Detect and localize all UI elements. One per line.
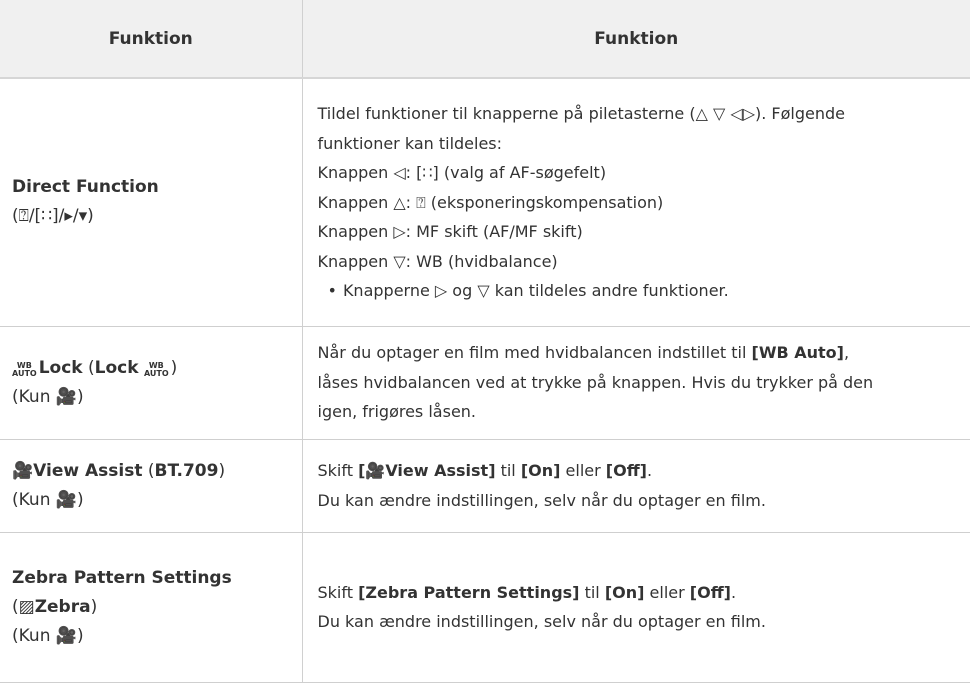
desc-line-1: Når du optager en film med hvidbalancen … [317,343,850,363]
table-header-row: Funktion Funktion [0,0,970,79]
row-name-cell: Direct Function (⍰/[∷]/▸/▾) [0,78,303,327]
row-name-direct-function: Direct Function [12,177,159,198]
row-name-lock: Lock [38,357,83,378]
table-row: Direct Function (⍰/[∷]/▸/▾) Tildel funkt… [0,78,970,327]
desc-line-1: Skift [Zebra Pattern Settings] til [On] … [317,582,737,602]
row-name-cell: Zebra Pattern Settings (▨Zebra) (Kun 🎥) [0,532,303,683]
function-table: Funktion Funktion Direct Function (⍰/[∷]… [0,0,970,683]
row-name-zebra-alt: ▨Zebra [18,596,91,617]
desc-intro-2: funktioner kan tildeles: [317,133,503,153]
row-desc-cell: Når du optager en film med hvidbalancen … [302,326,970,440]
row-subname: (Kun 🎥) [12,386,84,407]
row-subname: (Kun 🎥) [12,489,84,510]
desc-bullet: Knapperne ▷ og ▽ kan tildeles andre funk… [328,276,961,306]
desc-intro-1: Tildel funktioner til knapperne på pilet… [317,104,845,123]
wb-auto-icon: WB AUTO [143,360,169,378]
header-function-col1: Funktion [0,0,303,79]
row-subname: (⍰/[∷]/▸/▾) [12,206,94,227]
table-row: WB AUTO Lock (Lock WB AUTO) (Kun 🎥) Når du … [0,326,970,440]
row-name-zebra: Zebra Pattern Settings [12,567,232,588]
row-name-cell: 🎥View Assist (BT.709) (Kun 🎥) [0,439,303,533]
desc-line-right: Knappen ▷: MF skift (AF/MF skift) [317,222,583,241]
desc-line-2: Du kan ændre indstillingen, selv når du … [317,612,766,631]
desc-line-up: Knappen △: ⍰ (eksponeringskompensation) [317,192,664,212]
row-name-lock-alt: Lock [94,357,139,378]
desc-bullet-list: Knapperne ▷ og ▽ kan tildeles andre funk… [318,276,961,306]
desc-line-2: låses hvidbalancen ved at trykke på knap… [317,372,874,392]
desc-line-2: Du kan ændre indstillingen, selv når du … [317,490,766,510]
row-desc-cell: Tildel funktioner til knapperne på pilet… [302,78,970,327]
row-desc-cell: Skift [🎥View Assist] til [On] eller [Off… [302,439,970,533]
desc-line-1: Skift [🎥View Assist] til [On] eller [Off… [317,461,653,480]
desc-line-3: igen, frigøres låsen. [317,402,477,422]
row-subname: (Kun 🎥) [12,625,84,646]
desc-line-left: Knappen ◁: [∷] (valg af AF-søgefelt) [317,163,607,182]
row-desc-cell: Skift [Zebra Pattern Settings] til [On] … [302,532,970,683]
wb-auto-icon: WB AUTO [12,360,37,378]
row-name-view-assist: 🎥View Assist [12,460,143,481]
row-name-bt709: BT.709 [154,460,219,481]
table-row: Zebra Pattern Settings (▨Zebra) (Kun 🎥) … [0,532,970,683]
desc-line-down: Knappen ▽: WB (hvidbalance) [317,251,558,271]
row-name-cell: WB AUTO Lock (Lock WB AUTO) (Kun 🎥) [0,326,303,440]
header-function-col2: Funktion [302,0,970,79]
table-row: 🎥View Assist (BT.709) (Kun 🎥) Skift [🎥Vi… [0,439,970,533]
